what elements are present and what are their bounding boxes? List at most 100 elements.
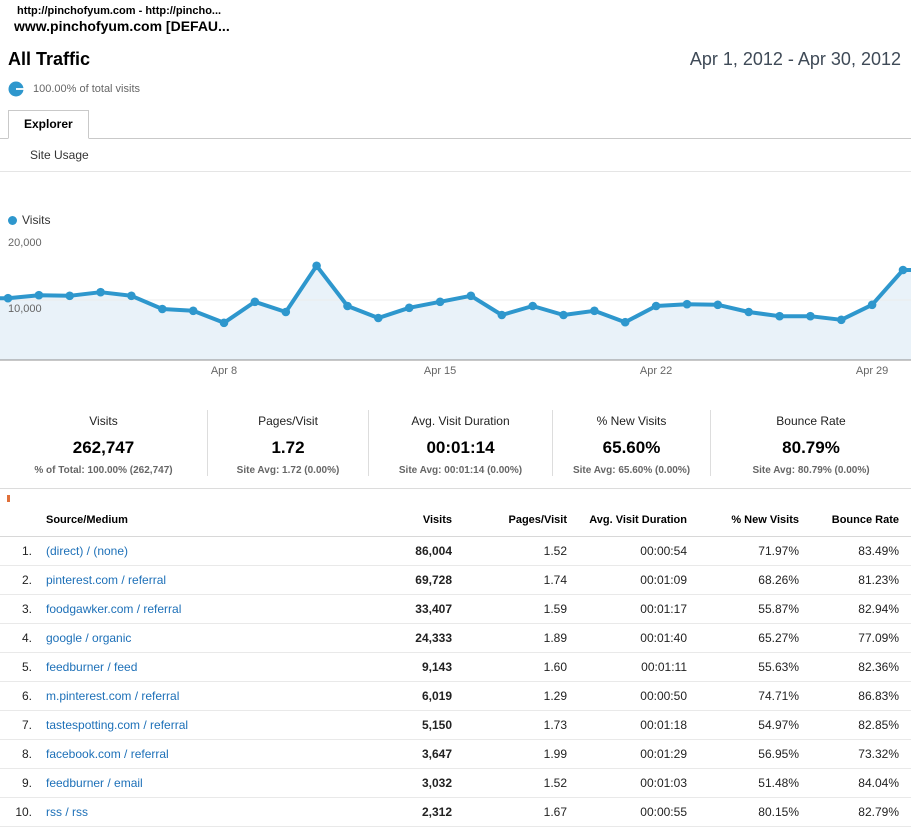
table-row: 3.foodgawker.com / referral33,4071.5900:… (0, 595, 911, 624)
data-point (158, 305, 167, 314)
cell-visits: 24,333 (377, 631, 452, 645)
header-bounce-rate[interactable]: Bounce Rate (799, 514, 899, 526)
source-medium-link[interactable]: pinterest.com / referral (46, 573, 377, 587)
row-rank: 3. (0, 602, 46, 616)
data-point (498, 311, 507, 320)
cell-pct-new-visits: 55.87% (687, 602, 799, 616)
data-point (559, 311, 568, 320)
x-axis-tick-label: Apr 22 (640, 365, 672, 377)
cell-avg-visit-duration: 00:01:03 (567, 776, 687, 790)
cell-pages-per-visit: 1.52 (452, 776, 567, 790)
source-medium-link[interactable]: rss / rss (46, 805, 377, 819)
source-medium-link[interactable]: tastespotting.com / referral (46, 718, 377, 732)
window-title-line2: www.pinchofyum.com [DEFAU... (14, 18, 911, 34)
cell-visits: 33,407 (377, 602, 452, 616)
source-medium-link[interactable]: (direct) / (none) (46, 544, 377, 558)
metric-visits: Visits 262,747 % of Total: 100.00% (262,… (0, 410, 207, 476)
data-point (714, 301, 723, 310)
data-point (744, 308, 753, 317)
source-medium-link[interactable]: feedburner / email (46, 776, 377, 790)
metric-value: 1.72 (208, 438, 368, 458)
y-axis-tick-label: 20,000 (8, 237, 42, 249)
row-rank: 7. (0, 718, 46, 732)
cell-visits: 5,150 (377, 718, 452, 732)
metrics-summary-row: Visits 262,747 % of Total: 100.00% (262,… (0, 404, 911, 489)
cell-visits: 9,143 (377, 660, 452, 674)
cell-visits: 86,004 (377, 544, 452, 558)
data-point (96, 288, 105, 297)
tab-explorer[interactable]: Explorer (8, 110, 89, 139)
cell-pct-new-visits: 80.15% (687, 805, 799, 819)
data-point (683, 300, 692, 309)
cell-visits: 69,728 (377, 573, 452, 587)
cell-pages-per-visit: 1.89 (452, 631, 567, 645)
cell-pages-per-visit: 1.52 (452, 544, 567, 558)
data-point (590, 307, 599, 316)
cell-avg-visit-duration: 00:00:54 (567, 544, 687, 558)
header-avg-visit-duration[interactable]: Avg. Visit Duration (567, 514, 687, 526)
y-axis-tick-label: 10,000 (8, 303, 42, 315)
header-pct-new-visits[interactable]: % New Visits (687, 514, 799, 526)
data-point (312, 262, 321, 271)
cell-pages-per-visit: 1.60 (452, 660, 567, 674)
metric-label: % New Visits (553, 414, 710, 428)
source-medium-link[interactable]: feedburner / feed (46, 660, 377, 674)
page-title: All Traffic (8, 49, 90, 70)
row-rank: 9. (0, 776, 46, 790)
data-point (467, 292, 476, 301)
cell-bounce-rate: 86.83% (799, 689, 899, 703)
cell-pages-per-visit: 1.67 (452, 805, 567, 819)
segment-row[interactable]: 100.00% of total visits (0, 70, 911, 97)
cell-avg-visit-duration: 00:01:11 (567, 660, 687, 674)
source-medium-link[interactable]: google / organic (46, 631, 377, 645)
table-row: 2.pinterest.com / referral69,7281.7400:0… (0, 566, 911, 595)
data-point (35, 291, 44, 300)
cell-bounce-rate: 83.49% (799, 544, 899, 558)
cell-pct-new-visits: 74.71% (687, 689, 799, 703)
metric-avg-visit-duration: Avg. Visit Duration 00:01:14 Site Avg: 0… (368, 410, 552, 476)
metric-label: Visits (0, 414, 207, 428)
sources-table: Source/Medium Visits Pages/Visit Avg. Vi… (0, 504, 911, 827)
cell-pct-new-visits: 56.95% (687, 747, 799, 761)
table-row: 5.feedburner / feed9,1431.6000:01:1155.6… (0, 653, 911, 682)
data-point (282, 308, 291, 317)
row-rank: 10. (0, 805, 46, 819)
data-point (189, 307, 198, 316)
data-point (652, 302, 661, 311)
row-rank: 6. (0, 689, 46, 703)
cell-visits: 3,647 (377, 747, 452, 761)
cell-pct-new-visits: 71.97% (687, 544, 799, 558)
cell-avg-visit-duration: 00:01:18 (567, 718, 687, 732)
row-rank: 4. (0, 631, 46, 645)
data-point (220, 319, 229, 328)
data-point (621, 318, 630, 327)
data-point (405, 304, 414, 313)
segment-label: 100.00% of total visits (33, 83, 140, 95)
header-visits[interactable]: Visits (377, 514, 452, 526)
row-rank: 1. (0, 544, 46, 558)
metric-subtitle: Site Avg: 00:01:14 (0.00%) (369, 465, 552, 476)
source-medium-link[interactable]: facebook.com / referral (46, 747, 377, 761)
cell-pages-per-visit: 1.73 (452, 718, 567, 732)
date-range-selector[interactable]: Apr 1, 2012 - Apr 30, 2012 (690, 49, 901, 70)
metric-value: 80.79% (711, 438, 911, 458)
visits-line-chart[interactable]: 20,00010,000Apr 8Apr 15Apr 22Apr 29 (0, 230, 911, 378)
data-point (528, 302, 537, 311)
x-axis-tick-label: Apr 29 (856, 365, 888, 377)
chart-area-fill (0, 266, 911, 360)
metric-pages-per-visit: Pages/Visit 1.72 Site Avg: 1.72 (0.00%) (207, 410, 368, 476)
header-pages-per-visit[interactable]: Pages/Visit (452, 514, 567, 526)
header-source-medium[interactable]: Source/Medium (46, 514, 377, 526)
metric-pct-new-visits: % New Visits 65.60% Site Avg: 65.60% (0.… (552, 410, 710, 476)
subtab-site-usage[interactable]: Site Usage (0, 139, 911, 172)
data-point (775, 312, 784, 321)
metric-label: Pages/Visit (208, 414, 368, 428)
report-header: All Traffic Apr 1, 2012 - Apr 30, 2012 (0, 34, 911, 70)
tab-bar: Explorer (0, 110, 911, 139)
source-medium-link[interactable]: foodgawker.com / referral (46, 602, 377, 616)
table-row: 8.facebook.com / referral3,6471.9900:01:… (0, 740, 911, 769)
data-point (837, 316, 846, 325)
clipped-ui-fragment (7, 495, 10, 502)
metric-label: Bounce Rate (711, 414, 911, 428)
source-medium-link[interactable]: m.pinterest.com / referral (46, 689, 377, 703)
